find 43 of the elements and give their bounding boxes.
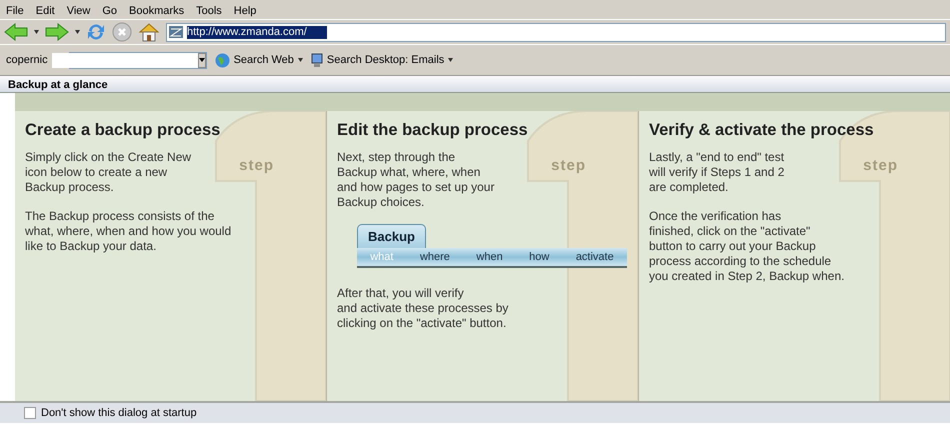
menu-item[interactable]: File [6, 3, 24, 16]
forward-icon[interactable] [45, 23, 69, 41]
dropdown-icon[interactable] [298, 58, 303, 62]
menu-item[interactable]: Bookmarks [129, 3, 184, 16]
tab-link[interactable]: where [420, 249, 450, 266]
stop-icon[interactable] [112, 22, 132, 42]
menu-item[interactable]: Go [102, 3, 118, 16]
search-button[interactable]: Search Web [234, 52, 294, 68]
menu-item[interactable]: Tools [196, 3, 222, 16]
search-button[interactable]: Search Desktop: Emails [326, 52, 444, 68]
tab-link[interactable]: activate [576, 249, 614, 266]
menu-item[interactable]: Help [234, 3, 256, 16]
tab-link[interactable]: when [476, 249, 503, 266]
step-text: Once the verification has finished, click on the "activate" button to carry out your Backup process according to the schedule you created in Step 2, Backup when. [649, 208, 844, 284]
step-heading: Create a backup process [25, 120, 222, 141]
step-text: The Backup process consists of the what, where, when and how you would like to Backup your data. [25, 208, 232, 254]
tab[interactable]: Backup [357, 224, 426, 248]
back-icon[interactable] [4, 23, 28, 41]
step-text: Simply click on the Create New icon below to create a new Backup process. [25, 150, 192, 195]
computer-icon [310, 52, 323, 68]
step-label: step [239, 156, 274, 176]
step-text: Lastly, a "end to end" test will verify if Steps 1 and 2 are completed. [649, 150, 784, 195]
step-label: step [551, 156, 586, 176]
dropdown-icon[interactable] [448, 58, 454, 62]
dropdown-icon[interactable] [75, 30, 80, 34]
step-text: Next, step through the Backup what, where, when and how pages to set up your Backup choices. [337, 150, 494, 210]
menu-item[interactable]: Edit [36, 3, 55, 16]
step-heading: Verify & activate the process [649, 120, 875, 141]
checkbox-label[interactable]: Don't show this dialog at startup [41, 404, 197, 422]
home-icon[interactable] [138, 22, 160, 42]
brand-logo[interactable]: copernic [6, 52, 48, 68]
step-heading: Edit the backup process [337, 120, 529, 141]
checkbox[interactable] [24, 407, 36, 419]
dropdown-icon[interactable] [198, 58, 205, 62]
dialog-title: Backup at a glance [0, 76, 950, 93]
menu-item[interactable]: View [66, 3, 90, 16]
address-field[interactable]: http://www.zmanda.com/ [187, 26, 327, 38]
dropdown-icon[interactable] [34, 30, 39, 34]
globe-icon [214, 52, 230, 68]
site-icon [169, 26, 183, 38]
step-label: step [863, 156, 898, 176]
step-text: After that, you will verify and activate these processes by clicking on the "activate" button. [337, 286, 508, 332]
tab-link[interactable]: how [529, 249, 550, 266]
